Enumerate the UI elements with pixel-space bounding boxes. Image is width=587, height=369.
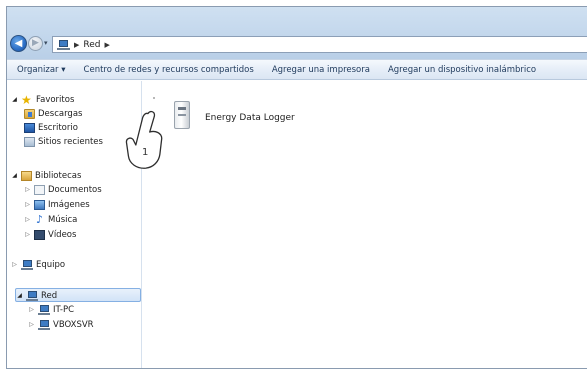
- tree-label: Imágenes: [48, 199, 90, 210]
- collapse-triangle-icon[interactable]: ◢: [16, 292, 23, 299]
- tree-label: Red: [41, 290, 58, 301]
- hand-pointer-icon: [125, 110, 163, 169]
- tree-item-recent[interactable]: Sitios recientes: [24, 135, 103, 148]
- computer-icon: [38, 319, 50, 330]
- computer-icon: [38, 304, 50, 315]
- tree-item-libraries[interactable]: ◢ Bibliotecas: [11, 169, 81, 182]
- computer-icon: [21, 259, 33, 270]
- back-arrow-icon: ◀: [14, 38, 23, 49]
- recent-places-icon: [24, 136, 35, 147]
- tree-label: Favoritos: [36, 94, 75, 105]
- decorative-dot: [153, 97, 155, 99]
- add-wireless-device-button[interactable]: Agregar un dispositivo inalámbrico: [379, 65, 545, 75]
- expand-triangle-icon[interactable]: ▷: [24, 231, 31, 238]
- images-icon: [34, 199, 45, 210]
- explorer-window: ◀ ▶ ▾ ▶ Red ▶ Organizar ▾ Centro de rede…: [6, 6, 587, 369]
- expand-triangle-icon[interactable]: ▷: [28, 306, 35, 313]
- desktop-icon: [24, 122, 35, 133]
- organize-button[interactable]: Organizar ▾: [7, 65, 75, 75]
- network-icon: [26, 290, 38, 301]
- command-bar: Organizar ▾ Centro de redes y recursos c…: [7, 59, 587, 80]
- title-bar: ◀ ▶ ▾ ▶ Red ▶: [7, 7, 587, 59]
- breadcrumb-red[interactable]: Red: [83, 40, 100, 50]
- tree-label: VBOXSVR: [53, 319, 94, 330]
- documents-icon: [34, 184, 45, 195]
- expand-triangle-icon[interactable]: ▷: [24, 216, 31, 223]
- tree-label: Música: [48, 214, 78, 225]
- breadcrumb-separator-icon[interactable]: ▶: [105, 41, 110, 49]
- collapse-triangle-icon[interactable]: ◢: [11, 96, 18, 103]
- tree-item-vboxsvr[interactable]: ▷ VBOXSVR: [28, 318, 94, 331]
- expand-triangle-icon[interactable]: ▷: [28, 321, 35, 328]
- tree-item-it-pc[interactable]: ▷ IT-PC: [28, 303, 74, 316]
- libraries-icon: [21, 170, 32, 181]
- recent-pages-button[interactable]: ▾: [44, 39, 48, 47]
- add-printer-button[interactable]: Agregar una impresora: [263, 65, 379, 75]
- expand-triangle-icon[interactable]: ▷: [24, 201, 31, 208]
- tree-label: Bibliotecas: [35, 170, 82, 181]
- tree-item-documents[interactable]: ▷ Documentos: [24, 183, 102, 196]
- tree-item-network[interactable]: ◢ Red: [16, 289, 57, 302]
- music-note-icon: ♪: [35, 212, 44, 226]
- network-icon: [57, 39, 70, 50]
- videos-icon: [34, 229, 45, 240]
- callout-number: 1: [142, 147, 149, 158]
- tree-label: Sitios recientes: [38, 136, 103, 147]
- device-icon[interactable]: [171, 101, 195, 131]
- content-area: Energy Data Logger: [143, 81, 587, 368]
- tree-label: Documentos: [48, 184, 102, 195]
- expand-triangle-icon[interactable]: ▷: [11, 261, 18, 268]
- back-button[interactable]: ◀: [10, 35, 27, 52]
- forward-arrow-icon: ▶: [32, 38, 39, 48]
- tree-label: IT-PC: [53, 304, 75, 315]
- tree-label: Escritorio: [38, 122, 78, 133]
- tree-item-favorites[interactable]: ◢ ★ Favoritos: [11, 93, 74, 106]
- tree-item-music[interactable]: ▷ ♪ Música: [24, 213, 77, 226]
- collapse-triangle-icon[interactable]: ◢: [11, 172, 18, 179]
- tree-label: Equipo: [36, 259, 66, 270]
- device-name[interactable]: Energy Data Logger: [205, 113, 295, 123]
- network-center-button[interactable]: Centro de redes y recursos compartidos: [75, 65, 263, 75]
- address-bar[interactable]: ▶ Red ▶: [52, 36, 587, 53]
- tree-item-videos[interactable]: ▷ Vídeos: [24, 228, 76, 241]
- breadcrumb-separator-icon: ▶: [74, 40, 80, 49]
- tree-item-images[interactable]: ▷ Imágenes: [24, 198, 90, 211]
- tree-item-computer[interactable]: ▷ Equipo: [11, 258, 65, 271]
- downloads-folder-icon: [24, 108, 35, 119]
- expand-triangle-icon[interactable]: ▷: [24, 186, 31, 193]
- tree-item-desktop[interactable]: Escritorio: [24, 121, 78, 134]
- tree-item-downloads[interactable]: Descargas: [24, 107, 82, 120]
- tree-label: Vídeos: [48, 229, 77, 240]
- forward-button[interactable]: ▶: [28, 36, 43, 51]
- star-icon: ★: [21, 92, 32, 107]
- tree-label: Descargas: [38, 108, 83, 119]
